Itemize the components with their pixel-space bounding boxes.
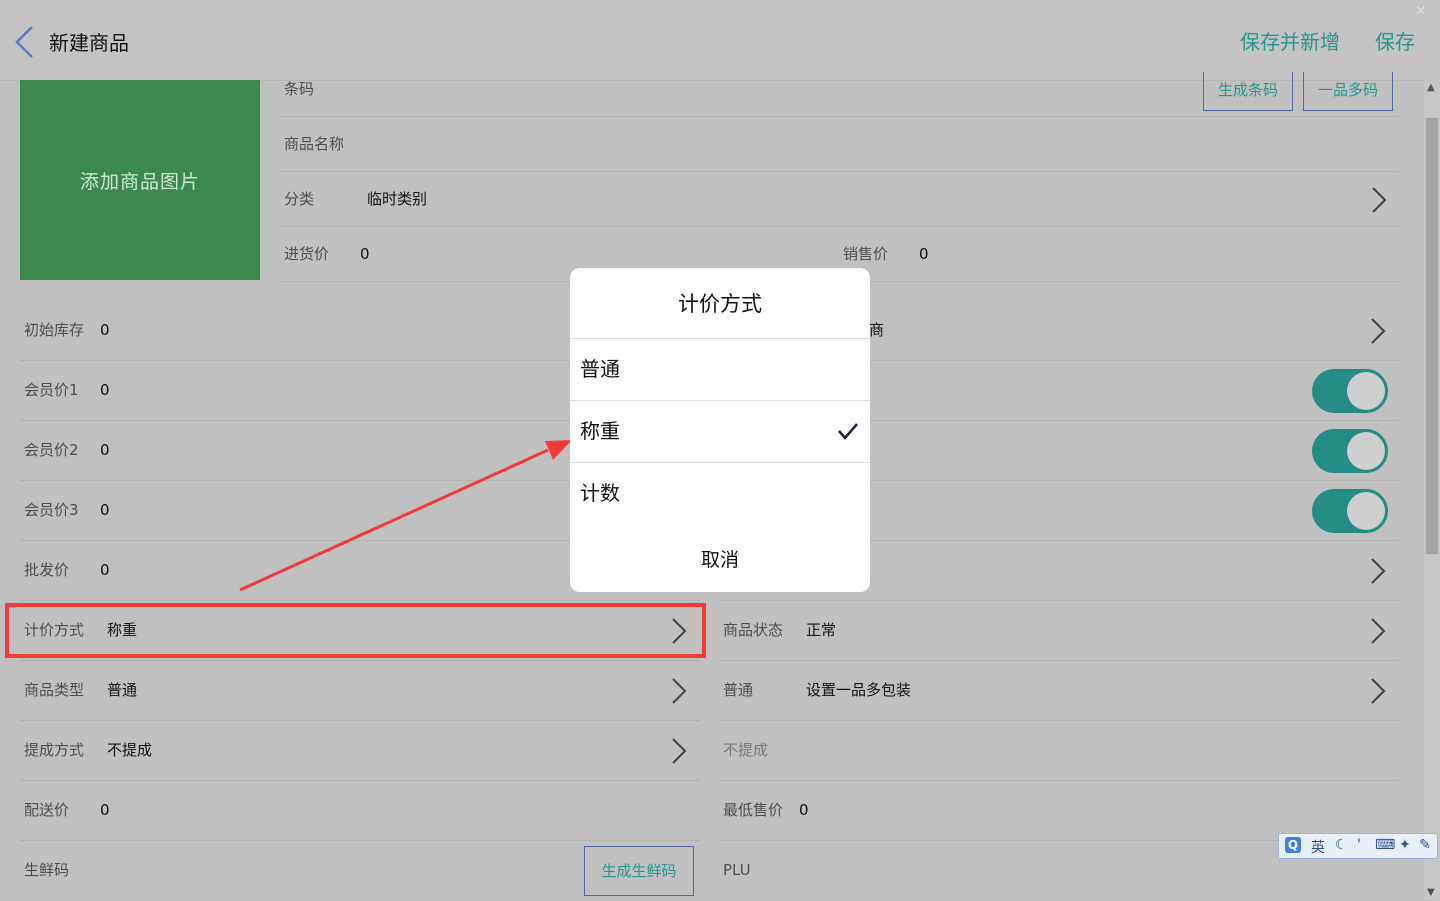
option-weighing-label: 称重 xyxy=(580,419,620,443)
ime-language[interactable]: 英 xyxy=(1311,837,1325,857)
fresh-code-row[interactable]: 生鲜码 生成生鲜码 xyxy=(20,841,700,901)
member-price-3-label: 会员价3 xyxy=(24,501,79,519)
product-status-row[interactable]: 商品状态 正常 xyxy=(719,601,1398,661)
multi-package-label: 普通 xyxy=(723,681,754,699)
purchase-price-value: 0 xyxy=(360,245,370,263)
plu-label: PLU xyxy=(723,861,751,879)
initial-stock-value: 0 xyxy=(100,321,110,339)
ime-toolbar[interactable]: Q 英 ☾ ' ⌨ ✦ ✎ xyxy=(1278,833,1438,859)
delivery-price-row[interactable]: 配送价 0 xyxy=(20,781,700,841)
toggle-knob xyxy=(1347,492,1385,530)
window-close-icon[interactable]: ✕ xyxy=(1415,4,1426,19)
initial-stock-label: 初始库存 xyxy=(24,321,85,339)
min-price-row[interactable]: 最低售价 0 xyxy=(719,781,1398,841)
tools-icon[interactable]: ✦ xyxy=(1399,837,1411,853)
fresh-code-label: 生鲜码 xyxy=(24,861,70,879)
dialog-title: 计价方式 xyxy=(570,268,870,339)
generate-barcode-button[interactable]: 生成条码 xyxy=(1203,72,1293,111)
settings-icon[interactable]: ✎ xyxy=(1419,837,1431,853)
option-count[interactable]: 计数 xyxy=(570,463,870,524)
chevron-right-icon xyxy=(1371,678,1386,704)
commission-method-value: 不提成 xyxy=(107,741,153,759)
multi-barcode-button[interactable]: 一品多码 xyxy=(1303,72,1393,111)
checkmark-icon xyxy=(838,423,858,440)
moon-icon[interactable]: ☾ xyxy=(1335,837,1348,853)
sale-price-value: 0 xyxy=(919,245,929,263)
commission-row[interactable]: 不提成 xyxy=(719,721,1398,781)
chevron-right-icon xyxy=(672,678,687,704)
category-row[interactable]: 分类 临时类别 xyxy=(280,172,1398,227)
cancel-button[interactable]: 取消 xyxy=(570,528,870,592)
member-price-1-value: 0 xyxy=(100,381,110,399)
pricing-method-highlight xyxy=(5,603,706,658)
member-price-1-label: 会员价1 xyxy=(24,381,79,399)
product-type-value: 普通 xyxy=(107,681,138,699)
min-price-label: 最低售价 xyxy=(723,801,784,819)
toggle-switch[interactable] xyxy=(1312,369,1388,413)
scroll-thumb[interactable] xyxy=(1426,118,1438,554)
delivery-price-label: 配送价 xyxy=(24,801,70,819)
save-button[interactable]: 保存 xyxy=(1375,26,1415,55)
back-arrow-icon[interactable] xyxy=(12,24,38,60)
scrollbar[interactable]: ▲ ▼ xyxy=(1424,80,1440,900)
pricing-method-dialog: 计价方式 普通 称重 计数 取消 xyxy=(570,268,870,592)
scroll-down-arrow-icon[interactable]: ▼ xyxy=(1427,887,1435,898)
member-price-2-value: 0 xyxy=(100,441,110,459)
product-name-row[interactable]: 商品名称 xyxy=(280,117,1398,172)
product-name-label: 商品名称 xyxy=(284,135,345,153)
option-count-label: 计数 xyxy=(580,481,620,505)
member-price-2-label: 会员价2 xyxy=(24,441,79,459)
toggle-switch[interactable] xyxy=(1312,489,1388,533)
chevron-right-icon xyxy=(1371,558,1386,584)
generate-fresh-code-button[interactable]: 生成生鲜码 xyxy=(584,846,694,896)
commission-label: 不提成 xyxy=(723,741,769,759)
scroll-up-arrow-icon[interactable]: ▲ xyxy=(1427,82,1435,93)
add-product-image-button[interactable]: 添加商品图片 xyxy=(20,80,260,280)
option-weighing[interactable]: 称重 xyxy=(570,401,870,463)
sale-price-row[interactable]: 销售价 0 xyxy=(822,227,1398,282)
purchase-price-label: 进货价 xyxy=(284,245,330,263)
category-value: 临时类别 xyxy=(367,190,428,208)
toggle-switch[interactable] xyxy=(1312,429,1388,473)
supplier-value: 商 xyxy=(869,321,885,339)
wholesale-price-label: 批发价 xyxy=(24,561,70,579)
chevron-right-icon xyxy=(672,738,687,764)
product-type-row[interactable]: 商品类型 普通 xyxy=(20,661,700,721)
delivery-price-value: 0 xyxy=(100,801,110,819)
option-normal[interactable]: 普通 xyxy=(570,339,870,401)
commission-method-row[interactable]: 提成方式 不提成 xyxy=(20,721,700,781)
chevron-right-icon xyxy=(1371,318,1386,344)
punctuation-icon[interactable]: ' xyxy=(1357,837,1361,853)
multi-package-row[interactable]: 普通 设置一品多包装 xyxy=(719,661,1398,721)
barcode-row: 条码 生成条码 一品多码 xyxy=(280,62,1398,117)
category-label: 分类 xyxy=(284,190,315,208)
option-normal-label: 普通 xyxy=(580,357,620,381)
wholesale-price-value: 0 xyxy=(100,561,110,579)
toggle-knob xyxy=(1347,432,1385,470)
page-title: 新建商品 xyxy=(49,31,129,55)
product-status-value: 正常 xyxy=(806,621,837,639)
barcode-label: 条码 xyxy=(284,80,315,98)
commission-method-label: 提成方式 xyxy=(24,741,85,759)
toggle-knob xyxy=(1347,372,1385,410)
save-and-new-button[interactable]: 保存并新增 xyxy=(1240,26,1340,55)
multi-package-value: 设置一品多包装 xyxy=(806,681,912,699)
product-status-label: 商品状态 xyxy=(723,621,784,639)
min-price-value: 0 xyxy=(799,801,809,819)
sogou-logo-icon: Q xyxy=(1285,837,1301,853)
chevron-right-icon xyxy=(1372,187,1387,213)
member-price-3-value: 0 xyxy=(100,501,110,519)
chevron-right-icon xyxy=(1371,618,1386,644)
product-type-label: 商品类型 xyxy=(24,681,85,699)
keyboard-icon[interactable]: ⌨ xyxy=(1375,837,1395,853)
